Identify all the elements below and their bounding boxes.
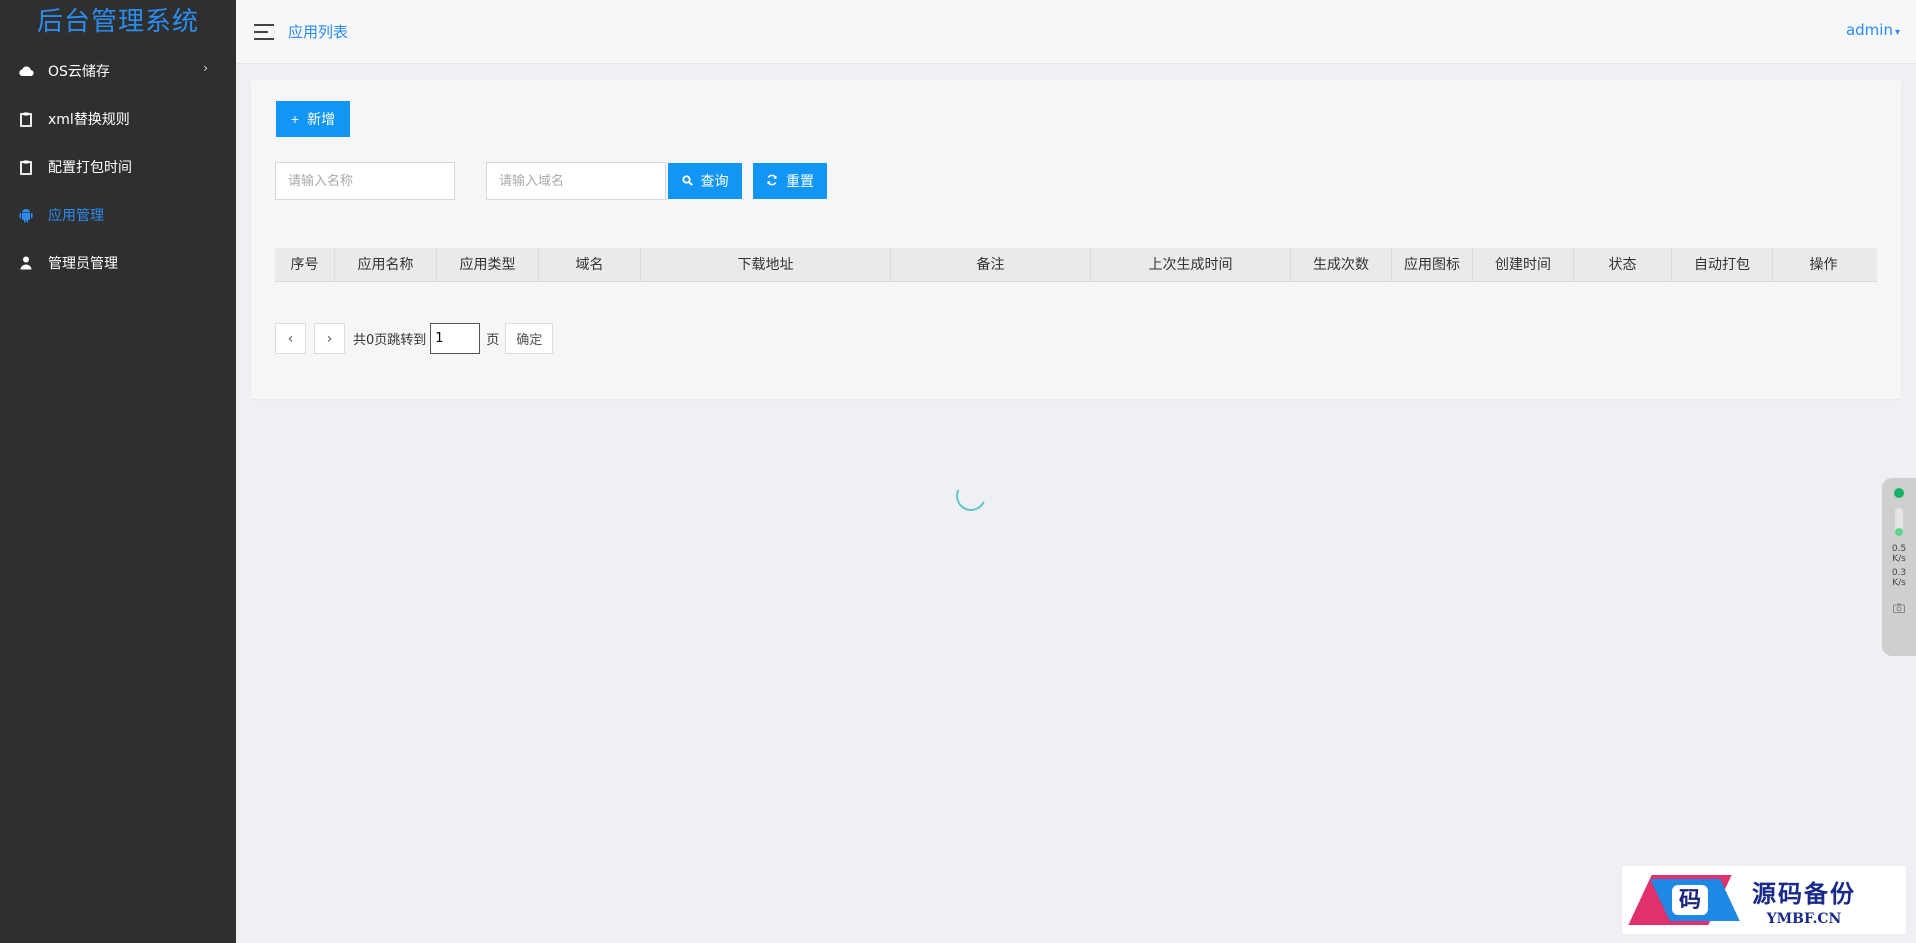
loading-spinner-icon: [951, 476, 991, 516]
add-button-label: 新增: [307, 111, 336, 127]
reset-button[interactable]: 重置: [753, 163, 827, 199]
page-title: 应用列表: [288, 23, 349, 41]
next-page-button[interactable]: ›: [314, 323, 345, 354]
upload-speed-value: 0.5: [1891, 544, 1907, 554]
logo-glyph: 码: [1678, 887, 1701, 913]
search-button[interactable]: 查询: [668, 163, 742, 199]
brand-title: 后台管理系统: [36, 7, 199, 37]
page-jump-input[interactable]: [430, 323, 481, 354]
sidebar-item-label: 管理员管理: [48, 256, 118, 272]
caret-down-icon: ▾: [1894, 27, 1900, 38]
menu-toggle-icon[interactable]: [254, 23, 274, 40]
download-speed: 0.3 K/s: [1882, 568, 1916, 588]
cloud-icon: [18, 63, 34, 79]
prev-page-button[interactable]: ‹: [275, 323, 306, 354]
refresh-icon: [766, 173, 778, 189]
clipboard-icon: [18, 159, 34, 175]
sidebar-item-pack-time[interactable]: 配置打包时间: [0, 143, 236, 191]
sidebar-item-os-storage[interactable]: OS云储存 ›: [0, 47, 236, 95]
sidebar-item-app-management[interactable]: 应用管理: [0, 191, 236, 239]
search-button-label: 查询: [700, 173, 729, 189]
sidebar-item-label: 应用管理: [48, 208, 104, 224]
pagination-total: 共0页跳转到: [353, 333, 427, 348]
column-header[interactable]: 操作: [1773, 248, 1874, 282]
column-header[interactable]: 下载地址: [641, 248, 891, 282]
plus-icon: +: [290, 111, 300, 127]
domain-search-input[interactable]: [486, 162, 666, 200]
pagination: ‹ › 共0页跳转到 页 确定: [275, 323, 554, 354]
column-header[interactable]: 序号: [275, 248, 335, 282]
column-header[interactable]: 备注: [891, 248, 1091, 282]
sidebar-item-xml-rules[interactable]: xml替换规则: [0, 95, 236, 143]
column-header[interactable]: 自动打包: [1672, 248, 1773, 282]
column-header[interactable]: 生成次数: [1291, 248, 1392, 282]
column-header[interactable]: 域名: [539, 248, 641, 282]
column-header[interactable]: 创建时间: [1473, 248, 1574, 282]
page-unit-label: 页: [486, 333, 500, 348]
sidebar-menu: OS云储存 › xml替换规则 配置打包时间 应用管理 管理员管理: [0, 47, 236, 287]
memory-bar: [1895, 508, 1903, 536]
clipboard-icon: [18, 111, 34, 127]
chevron-right-icon: ›: [203, 61, 208, 75]
sidebar-item-admin-management[interactable]: 管理员管理: [0, 239, 236, 287]
android-icon: [18, 207, 34, 223]
user-icon: [18, 255, 34, 271]
column-header[interactable]: 应用名称: [335, 248, 437, 282]
column-header[interactable]: 应用类型: [437, 248, 539, 282]
download-speed-unit: K/s: [1892, 578, 1906, 588]
content-card: + 新增 查询 重置 序号 应用名称 应用类型 域名 下载地址 备注 上次生成时…: [251, 80, 1901, 399]
sidebar-item-label: OS云储存: [48, 64, 110, 80]
app-table-header: 序号 应用名称 应用类型 域名 下载地址 备注 上次生成时间 生成次数 应用图标…: [275, 248, 1877, 282]
reset-button-label: 重置: [786, 173, 814, 189]
page-jump-confirm-button[interactable]: 确定: [505, 323, 554, 354]
upload-speed: 0.5 K/s: [1882, 544, 1916, 564]
logo-text-en: YMBF.CN: [1766, 910, 1842, 927]
logo-text: 源码备份 YMBF.CN: [1752, 874, 1856, 927]
column-header[interactable]: 上次生成时间: [1091, 248, 1291, 282]
sidebar: 后台管理系统 OS云储存 › xml替换规则 配置打包时间 应用管理 管理员管理: [0, 0, 236, 943]
name-search-input[interactable]: [275, 162, 455, 200]
search-icon: [681, 173, 693, 189]
user-menu[interactable]: admin ▾: [1846, 21, 1900, 39]
top-header: 应用列表 admin ▾: [236, 0, 1916, 64]
watermark-logo: 码 源码备份 YMBF.CN: [1622, 866, 1906, 934]
status-dot-icon: [1894, 488, 1904, 498]
column-header[interactable]: 应用图标: [1392, 248, 1473, 282]
network-monitor-widget[interactable]: 0.5 K/s 0.3 K/s: [1882, 478, 1916, 656]
upload-speed-unit: K/s: [1892, 554, 1906, 564]
username: admin: [1845, 21, 1893, 39]
logo-mark-icon: 码: [1628, 869, 1742, 931]
sidebar-item-label: 配置打包时间: [48, 160, 132, 176]
sidebar-item-label: xml替换规则: [48, 112, 130, 128]
camera-icon[interactable]: [1882, 602, 1916, 616]
logo-text-cn: 源码备份: [1752, 878, 1856, 908]
add-button[interactable]: + 新增: [276, 101, 350, 137]
column-header[interactable]: 状态: [1574, 248, 1672, 282]
download-speed-value: 0.3: [1891, 568, 1907, 578]
